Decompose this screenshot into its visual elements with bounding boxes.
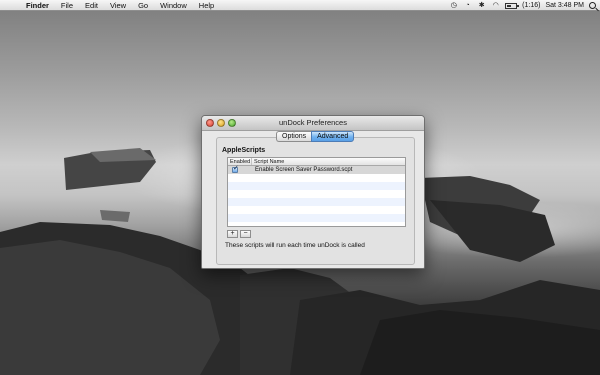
enabled-cell: ✓ — [228, 165, 252, 173]
tab-advanced[interactable]: Advanced — [311, 131, 355, 142]
column-header-enabled[interactable]: Enabled — [228, 158, 252, 165]
window-title: unDock Preferences — [279, 118, 347, 127]
window-titlebar[interactable]: unDock Preferences — [202, 116, 424, 131]
menu-view[interactable]: View — [104, 0, 132, 11]
wifi-icon[interactable]: ◠ — [491, 1, 500, 10]
empty-row — [228, 182, 405, 190]
menu-go[interactable]: Go — [132, 0, 154, 11]
advanced-panel: AppleScripts Enabled Script Name ✓ Enabl… — [216, 137, 415, 265]
scripts-note: These scripts will run each time unDock … — [225, 242, 365, 249]
tab-bar: Options Advanced — [276, 131, 355, 142]
tab-options[interactable]: Options — [276, 131, 312, 142]
clock-icon[interactable]: ◔ — [463, 1, 472, 10]
empty-row — [228, 222, 405, 226]
script-name-cell: Enable Screen Saver Password.scpt — [255, 167, 353, 173]
spotlight-icon[interactable] — [589, 2, 596, 9]
empty-row — [228, 190, 405, 198]
column-header-script-name[interactable]: Script Name — [252, 158, 284, 165]
add-script-button[interactable]: + — [227, 230, 238, 238]
menu-help[interactable]: Help — [193, 0, 220, 11]
checkmark-icon: ✓ — [233, 165, 239, 172]
menu-window[interactable]: Window — [154, 0, 193, 11]
window-content: Options Advanced AppleScripts Enabled Sc… — [202, 131, 424, 268]
timemachine-icon[interactable]: ◷ — [449, 1, 458, 10]
battery-icon[interactable] — [505, 2, 520, 9]
empty-row — [228, 214, 405, 222]
empty-row — [228, 198, 405, 206]
menu-edit[interactable]: Edit — [79, 0, 104, 11]
table-row[interactable]: ✓ Enable Screen Saver Password.scpt — [228, 165, 405, 174]
remove-script-button[interactable]: − — [240, 230, 251, 238]
bluetooth-icon[interactable]: ✱ — [477, 1, 486, 10]
menu-bar: Finder File Edit View Go Window Help ◷ ◔… — [0, 0, 600, 11]
empty-row — [228, 174, 405, 182]
battery-level — [507, 4, 512, 7]
battery-time: (1:16) — [522, 2, 541, 9]
enabled-checkbox[interactable]: ✓ — [232, 165, 239, 173]
section-title: AppleScripts — [222, 147, 266, 154]
applescripts-table: Enabled Script Name ✓ Enable Screen Save… — [227, 157, 406, 227]
menu-extras: ◷ ◔ ✱ ◠ (1:16) Sat 3:48 PM — [449, 0, 596, 11]
undock-preferences-window: unDock Preferences Options Advanced Appl… — [201, 115, 425, 269]
table-header: Enabled Script Name — [228, 158, 405, 166]
menu-file[interactable]: File — [55, 0, 79, 11]
menu-clock[interactable]: Sat 3:48 PM — [545, 2, 584, 9]
menu-finder[interactable]: Finder — [20, 0, 55, 11]
empty-row — [228, 206, 405, 214]
